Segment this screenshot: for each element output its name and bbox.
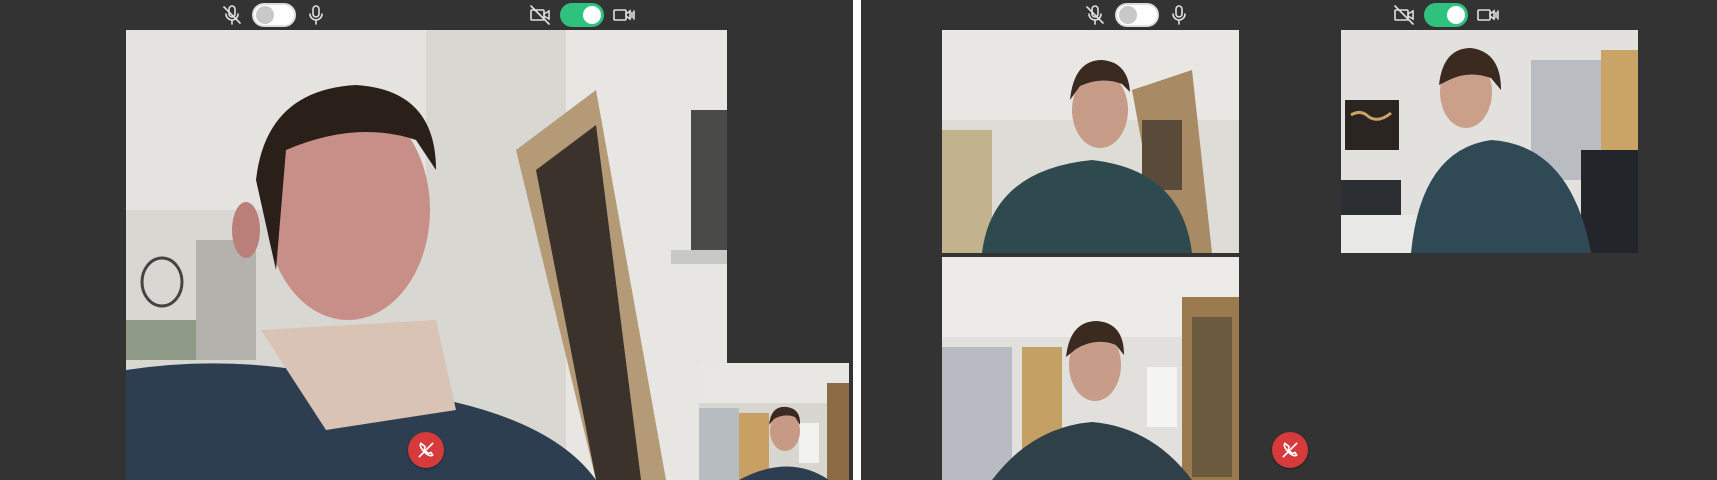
video-toggle[interactable] [560, 3, 604, 27]
video-speaker-icon [1476, 3, 1500, 27]
participant-video-1 [942, 30, 1239, 253]
video-controls [528, 3, 636, 27]
participant-video-3 [942, 257, 1239, 480]
mic-icon [1167, 3, 1191, 27]
audio-toggle[interactable] [1115, 3, 1159, 27]
self-view-video [699, 363, 849, 480]
panel-divider [853, 0, 861, 480]
audio-controls [1083, 3, 1191, 27]
main-participant-video [126, 30, 727, 480]
mic-icon [304, 3, 328, 27]
audio-controls [220, 3, 328, 27]
video-off-icon [528, 3, 552, 27]
audio-toggle[interactable] [252, 3, 296, 27]
video-controls [1392, 3, 1500, 27]
hang-up-button[interactable] [408, 432, 444, 468]
phone-hangup-icon [418, 442, 434, 458]
mic-off-icon [220, 3, 244, 27]
video-speaker-icon [612, 3, 636, 27]
participant-video-2 [1341, 30, 1638, 253]
phone-hangup-icon [1282, 442, 1298, 458]
video-toggle[interactable] [1424, 3, 1468, 27]
hang-up-button[interactable] [1272, 432, 1308, 468]
video-off-icon [1392, 3, 1416, 27]
mic-off-icon [1083, 3, 1107, 27]
